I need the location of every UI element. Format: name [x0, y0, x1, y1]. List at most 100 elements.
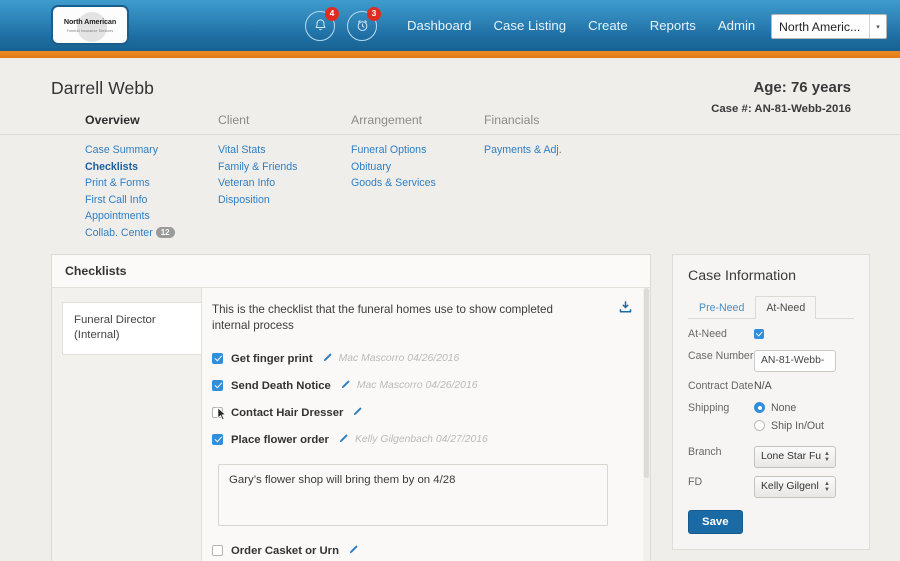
- checkbox-order-casket-or-urn[interactable]: [212, 545, 223, 557]
- tab-client[interactable]: Client: [218, 113, 351, 127]
- checklist-label: Order Casket or Urn: [231, 544, 339, 557]
- checkbox-at-need[interactable]: [754, 329, 764, 339]
- field-branch: Branch Lone Star Fu ▲ ▼: [688, 445, 854, 468]
- field-contract-date: Contract Date N/A: [688, 380, 854, 394]
- edit-pencil-icon[interactable]: [348, 544, 359, 558]
- edit-pencil-icon[interactable]: [340, 379, 351, 393]
- sidebar-item-collab-center[interactable]: Collab. Center 12: [85, 226, 218, 239]
- page-header: Darrell Webb Age: 76 years Case #: AN-81…: [0, 58, 900, 115]
- sidebar-item-payments-adj[interactable]: Payments & Adj.: [484, 144, 617, 156]
- right-sidebar: Case Information Pre-Need At-Need At-Nee…: [672, 254, 870, 561]
- page-title: Darrell Webb: [51, 78, 154, 98]
- checklist-items: Get finger print Mac Mascorro 04/26/2016…: [212, 352, 632, 561]
- checklist-meta: Mac Mascorro 04/26/2016: [338, 353, 460, 365]
- bell-badge: 4: [325, 6, 339, 21]
- checklist-tab-funeral-director[interactable]: Funeral Director (Internal): [62, 302, 201, 355]
- nav-link-reports[interactable]: Reports: [650, 18, 696, 33]
- sidebar-item-obituary[interactable]: Obituary: [351, 161, 484, 173]
- checklist-label: Contact Hair Dresser: [231, 406, 344, 419]
- nav-link-dashboard[interactable]: Dashboard: [407, 18, 472, 33]
- branch-select[interactable]: Lone Star Fu ▲ ▼: [754, 445, 836, 468]
- sidebar-item-checklists[interactable]: Checklists: [85, 161, 218, 173]
- sidebar-item-veteran-info[interactable]: Veteran Info: [218, 177, 351, 189]
- flower-order-note-textarea[interactable]: [218, 463, 608, 526]
- radio-shipping-ship-in-out[interactable]: Ship In/Out: [754, 420, 854, 432]
- list-item: Order Casket or Urn: [212, 544, 632, 558]
- checklist-content: This is the checklist that the funeral h…: [202, 288, 650, 561]
- nav-link-admin[interactable]: Admin: [718, 18, 755, 33]
- sidebar-item-disposition[interactable]: Disposition: [218, 194, 351, 206]
- sidebar-item-collab-center-label: Collab. Center: [85, 226, 153, 239]
- clock-badge: 3: [367, 6, 381, 21]
- at-need-checkbox-wrap: [754, 328, 854, 340]
- main-content: Checklists Funeral Director (Internal) T…: [0, 243, 900, 561]
- fd-select-value: Kelly Gilgenl: [761, 481, 819, 493]
- nav-link-case-listing[interactable]: Case Listing: [494, 18, 567, 33]
- edit-pencil-icon[interactable]: [322, 352, 333, 366]
- case-number-field-label: Case Number: [688, 349, 754, 362]
- edit-pencil-icon[interactable]: [352, 406, 363, 420]
- organization-select[interactable]: North Americ... ▾: [771, 14, 887, 39]
- tab-at-need[interactable]: At-Need: [755, 296, 817, 319]
- list-item: Contact Hair Dresser: [212, 406, 632, 421]
- company-logo[interactable]: North American Funeral Insurance Service…: [51, 5, 129, 45]
- sub-navigation: Case Summary Checklists Print & Forms Fi…: [0, 135, 900, 243]
- checklist-description: This is the checklist that the funeral h…: [212, 303, 553, 333]
- edit-pencil-icon[interactable]: [338, 433, 349, 447]
- fd-select[interactable]: Kelly Gilgenl ▲ ▼: [754, 475, 836, 498]
- sublink-column-overview: Case Summary Checklists Print & Forms Fi…: [85, 144, 218, 243]
- case-number-input[interactable]: [754, 349, 836, 372]
- notifications-bell-button[interactable]: 4: [305, 6, 339, 41]
- sidebar-item-appointments[interactable]: Appointments: [85, 210, 218, 222]
- sidebar-item-first-call-info[interactable]: First Call Info: [85, 194, 218, 206]
- checklist-label: Send Death Notice: [231, 379, 331, 392]
- tab-overview[interactable]: Overview: [85, 113, 218, 127]
- case-information-card: Case Information Pre-Need At-Need At-Nee…: [672, 254, 870, 550]
- tab-arrangement[interactable]: Arrangement: [351, 113, 484, 127]
- list-item: Send Death Notice Mac Mascorro 04/26/201…: [212, 379, 632, 393]
- checkbox-send-death-notice[interactable]: [212, 380, 223, 392]
- case-information-title: Case Information: [688, 268, 797, 284]
- field-shipping: Shipping None Ship In/Out: [688, 402, 854, 438]
- contract-date-label: Contract Date: [688, 379, 754, 392]
- radio-ship-in-out-icon: [754, 420, 765, 432]
- mouse-cursor-icon: [217, 406, 227, 424]
- radio-none-label: None: [771, 401, 797, 414]
- sidebar-item-family-friends[interactable]: Family & Friends: [218, 161, 351, 173]
- fd-label: FD: [688, 475, 703, 488]
- checkbox-place-flower-order[interactable]: [212, 434, 223, 446]
- sidebar-item-case-summary[interactable]: Case Summary: [85, 144, 218, 156]
- checkbox-contact-hair-dresser[interactable]: [212, 406, 227, 421]
- tab-financials[interactable]: Financials: [484, 113, 617, 127]
- sidebar-item-print-forms[interactable]: Print & Forms: [85, 177, 218, 189]
- sidebar-item-goods-services[interactable]: Goods & Services: [351, 177, 484, 189]
- radio-shipping-none[interactable]: None: [754, 402, 854, 414]
- checklist-scrollbar[interactable]: [643, 288, 650, 561]
- checklists-panel: Checklists Funeral Director (Internal) T…: [51, 254, 651, 561]
- branch-label: Branch: [688, 445, 722, 458]
- download-icon[interactable]: [618, 300, 633, 320]
- save-button[interactable]: Save: [688, 509, 743, 534]
- chevron-down-icon: ▾: [869, 15, 886, 38]
- branch-select-value: Lone Star Fu: [761, 451, 822, 463]
- sidebar-item-funeral-options[interactable]: Funeral Options: [351, 144, 484, 156]
- checkbox-get-finger-print[interactable]: [212, 353, 223, 365]
- top-navigation-bar: North American Funeral Insurance Service…: [0, 0, 900, 51]
- shipping-label: Shipping: [688, 401, 730, 414]
- list-item: Get finger print Mac Mascorro 04/26/2016: [212, 352, 632, 366]
- checklists-panel-body: Funeral Director (Internal) This is the …: [52, 288, 650, 561]
- spinner-arrows-icon: ▲ ▼: [824, 480, 830, 493]
- sublink-column-arrangement: Funeral Options Obituary Goods & Service…: [351, 144, 484, 243]
- tab-pre-need[interactable]: Pre-Need: [688, 296, 755, 319]
- sidebar-item-vital-stats[interactable]: Vital Stats: [218, 144, 351, 156]
- radio-none-icon: [754, 402, 765, 414]
- field-at-need: At-Need: [688, 328, 854, 342]
- contract-date-value: N/A: [754, 379, 772, 392]
- accent-bar: [0, 51, 900, 58]
- nav-link-create[interactable]: Create: [588, 18, 628, 33]
- field-fd: FD Kelly Gilgenl ▲ ▼: [688, 475, 854, 498]
- list-item: Place flower order Kelly Gilgenbach 04/2…: [212, 433, 632, 447]
- checklists-panel-title: Checklists: [52, 255, 650, 288]
- checklist-scrollbar-thumb[interactable]: [644, 288, 649, 478]
- reminders-clock-button[interactable]: 3: [347, 6, 381, 41]
